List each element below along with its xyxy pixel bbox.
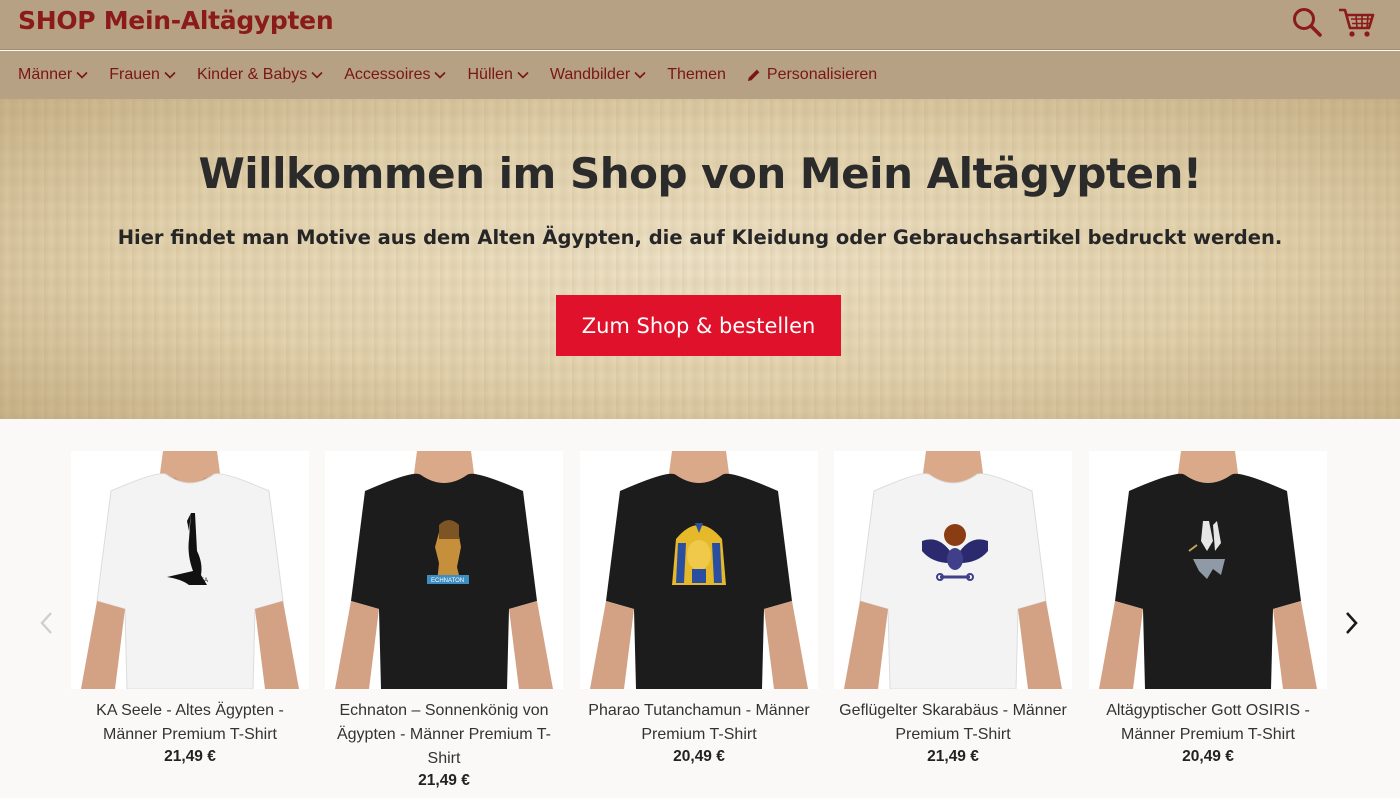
- nav-item-themen[interactable]: Themen: [667, 66, 726, 84]
- chevron-down-icon: [76, 71, 88, 79]
- product-title[interactable]: Altägyptischer Gott OSIRIS - Männer Prem…: [1089, 699, 1327, 747]
- product-price: 21,49 €: [164, 748, 216, 765]
- nav-item-frauen[interactable]: Frauen: [109, 66, 176, 84]
- cart-icon[interactable]: [1337, 5, 1375, 39]
- nav-item-personalisieren[interactable]: Personalisieren: [747, 66, 877, 84]
- product-card[interactable]: Geflügelter Skarabäus - Männer Premium T…: [834, 451, 1072, 766]
- nav-item-accessoires[interactable]: Accessoires: [344, 66, 447, 84]
- chevron-down-icon: [634, 71, 646, 79]
- chevron-down-icon: [517, 71, 529, 79]
- brand-logo-text[interactable]: SHOP Mein-Altägypten: [18, 6, 334, 35]
- svg-text:KA: KA: [200, 578, 208, 584]
- product-title[interactable]: KA Seele - Altes Ägypten - Männer Premiu…: [71, 699, 309, 747]
- product-title[interactable]: Geflügelter Skarabäus - Männer Premium T…: [834, 699, 1072, 747]
- product-carousel: KA KA Seele - Altes Ägypten - Männer Pre…: [0, 419, 1400, 798]
- product-image[interactable]: ECHNATON: [325, 451, 563, 689]
- chevron-right-icon[interactable]: [1340, 609, 1362, 637]
- nav-item-label: Hüllen: [467, 66, 513, 83]
- product-title[interactable]: Pharao Tutanchamun - Männer Premium T-Sh…: [580, 699, 818, 747]
- nav-item-label: Accessoires: [344, 66, 431, 83]
- nav-item-label: Männer: [18, 66, 73, 83]
- chevron-down-icon: [434, 71, 447, 79]
- nav-item-label: Themen: [667, 66, 726, 83]
- product-price: 20,49 €: [1182, 748, 1234, 765]
- product-image[interactable]: [1089, 451, 1327, 689]
- product-price: 21,49 €: [927, 748, 979, 765]
- nav-item-label: Frauen: [109, 66, 160, 83]
- tshirt-image: [1089, 451, 1327, 689]
- nav-item-label: Wandbilder: [549, 66, 631, 83]
- nav-item-kinder-babys[interactable]: Kinder & Babys: [197, 66, 323, 84]
- tshirt-image: [580, 451, 818, 689]
- tshirt-image: KA: [71, 451, 309, 689]
- nav-item-wandbilder[interactable]: Wandbilder: [550, 66, 646, 84]
- nav-item-label: Personalisieren: [766, 66, 878, 83]
- tshirt-image: ECHNATON: [325, 451, 563, 689]
- hero-banner: Willkommen im Shop von Mein Altägypten! …: [0, 99, 1400, 419]
- shop-cta-button[interactable]: Zum Shop & bestellen: [556, 295, 841, 356]
- product-title[interactable]: Echnaton – Sonnenkönig von Ägypten - Män…: [325, 699, 563, 771]
- product-card[interactable]: Altägyptischer Gott OSIRIS - Männer Prem…: [1089, 451, 1327, 766]
- main-navigation: Männer Frauen Kinder & Babys Accessoires…: [0, 51, 1400, 99]
- hero-title: Willkommen im Shop von Mein Altägypten!: [198, 149, 1202, 198]
- motif-text: ECHNATON: [431, 578, 464, 584]
- nav-item-label: Kinder & Babys: [196, 66, 308, 83]
- pencil-icon: [747, 69, 760, 81]
- product-card[interactable]: KA KA Seele - Altes Ägypten - Männer Pre…: [71, 451, 309, 766]
- product-price: 20,49 €: [673, 748, 725, 765]
- nav-item-maenner[interactable]: Männer: [18, 66, 88, 84]
- hero-subtitle: Hier findet man Motive aus dem Alten Ägy…: [117, 226, 1283, 249]
- chevron-left-icon[interactable]: [36, 609, 58, 637]
- top-header: SHOP Mein-Altägypten: [0, 0, 1400, 50]
- product-image[interactable]: [580, 451, 818, 689]
- search-icon[interactable]: [1290, 5, 1324, 39]
- nav-menu: Männer Frauen Kinder & Babys Accessoires…: [18, 51, 898, 99]
- product-image[interactable]: KA: [71, 451, 309, 689]
- tshirt-image: [834, 451, 1072, 689]
- nav-item-huellen[interactable]: Hüllen: [467, 66, 529, 84]
- product-image[interactable]: [834, 451, 1072, 689]
- chevron-down-icon: [311, 71, 323, 79]
- product-card[interactable]: ECHNATON Echnaton – Sonnenkönig von Ägyp…: [325, 451, 563, 790]
- product-price: 21,49 €: [418, 772, 470, 789]
- chevron-down-icon: [164, 71, 176, 79]
- product-card[interactable]: Pharao Tutanchamun - Männer Premium T-Sh…: [580, 451, 818, 766]
